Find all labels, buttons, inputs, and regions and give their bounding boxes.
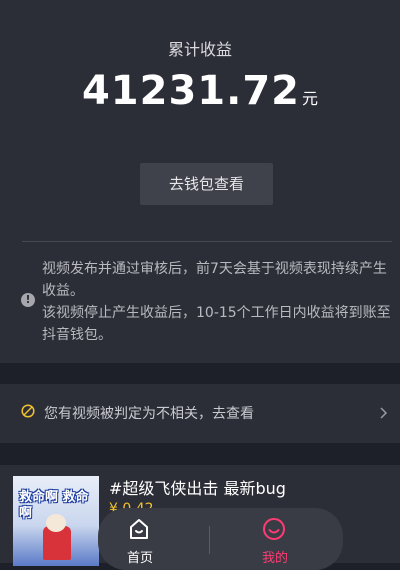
tab-me-label: 我的 [261,551,288,566]
exclamation-icon: ! [21,293,35,307]
earnings-card: 累计收益 41231.72 元 去钱包查看 ! 视频发布并通过审核后，前7天会基于… [0,0,400,363]
irrelevant-video-text: 您有视频被判定为不相关，去查看 [44,406,254,422]
view-wallet-button[interactable]: 去钱包查看 [140,163,273,205]
divider [22,241,392,242]
tab-home[interactable]: 首页 [98,508,208,570]
earnings-label: 累计收益 [167,40,232,59]
chevron-right-icon [380,407,388,419]
prohibited-icon [21,404,35,418]
video-title: #超级飞侠出击 最新bug [109,479,286,498]
thumbnail-face [46,514,66,532]
bottom-tab-bar: 首页 我的 [98,508,343,570]
smile-icon [263,518,285,540]
earnings-total: 41231.72 元 [0,68,400,114]
earnings-amount: 41231.72 [81,68,300,114]
tab-home-label: 首页 [126,551,153,566]
notice-line-2: 该视频停止产生收益后，10-15个工作日内收益将到账至抖音钱包。 [42,305,391,343]
tab-me[interactable]: 我的 [218,508,328,570]
home-icon [130,519,148,539]
irrelevant-video-banner[interactable]: 您有视频被判定为不相关，去查看 [0,384,400,443]
earnings-unit: 元 [302,89,319,108]
earnings-notice: 视频发布并通过审核后，前7天会基于视频表现持续产生收益。 该视频停止产生收益后，… [42,258,396,346]
tab-separator [209,526,210,554]
notice-line-1: 视频发布并通过审核后，前7天会基于视频表现持续产生收益。 [42,261,387,299]
